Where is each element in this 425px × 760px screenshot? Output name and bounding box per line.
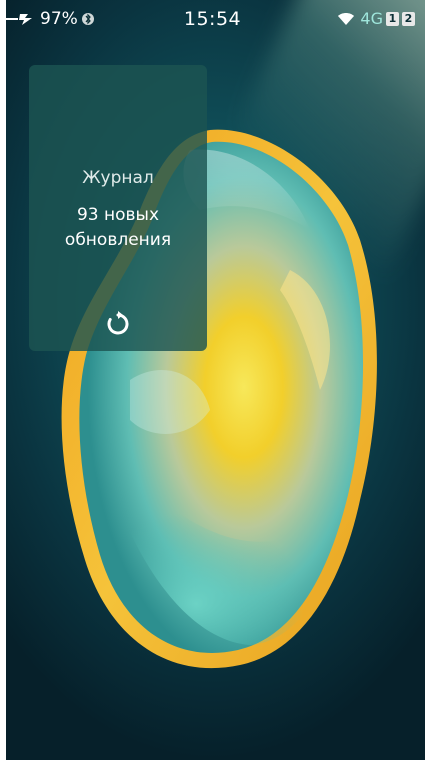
sim2-signal-icon: 2: [402, 11, 415, 26]
refresh-icon[interactable]: [105, 311, 131, 337]
status-bar: 97% 15:54 4G 1 2: [0, 0, 425, 34]
home-screen: 97% 15:54 4G 1 2 Журнал 93 новых обновле…: [0, 0, 425, 760]
left-edge-strip: [0, 0, 6, 760]
status-right-group: 4G 1 2: [337, 9, 415, 28]
updates-count-text: 93 новых обновления: [64, 205, 172, 250]
wifi-icon: [338, 12, 355, 25]
widget-title: Журнал: [82, 168, 154, 188]
sim1-signal-icon: 1: [386, 11, 399, 26]
journal-widget[interactable]: Журнал 93 новых обновления: [29, 65, 207, 351]
network-type: 4G: [360, 9, 383, 28]
